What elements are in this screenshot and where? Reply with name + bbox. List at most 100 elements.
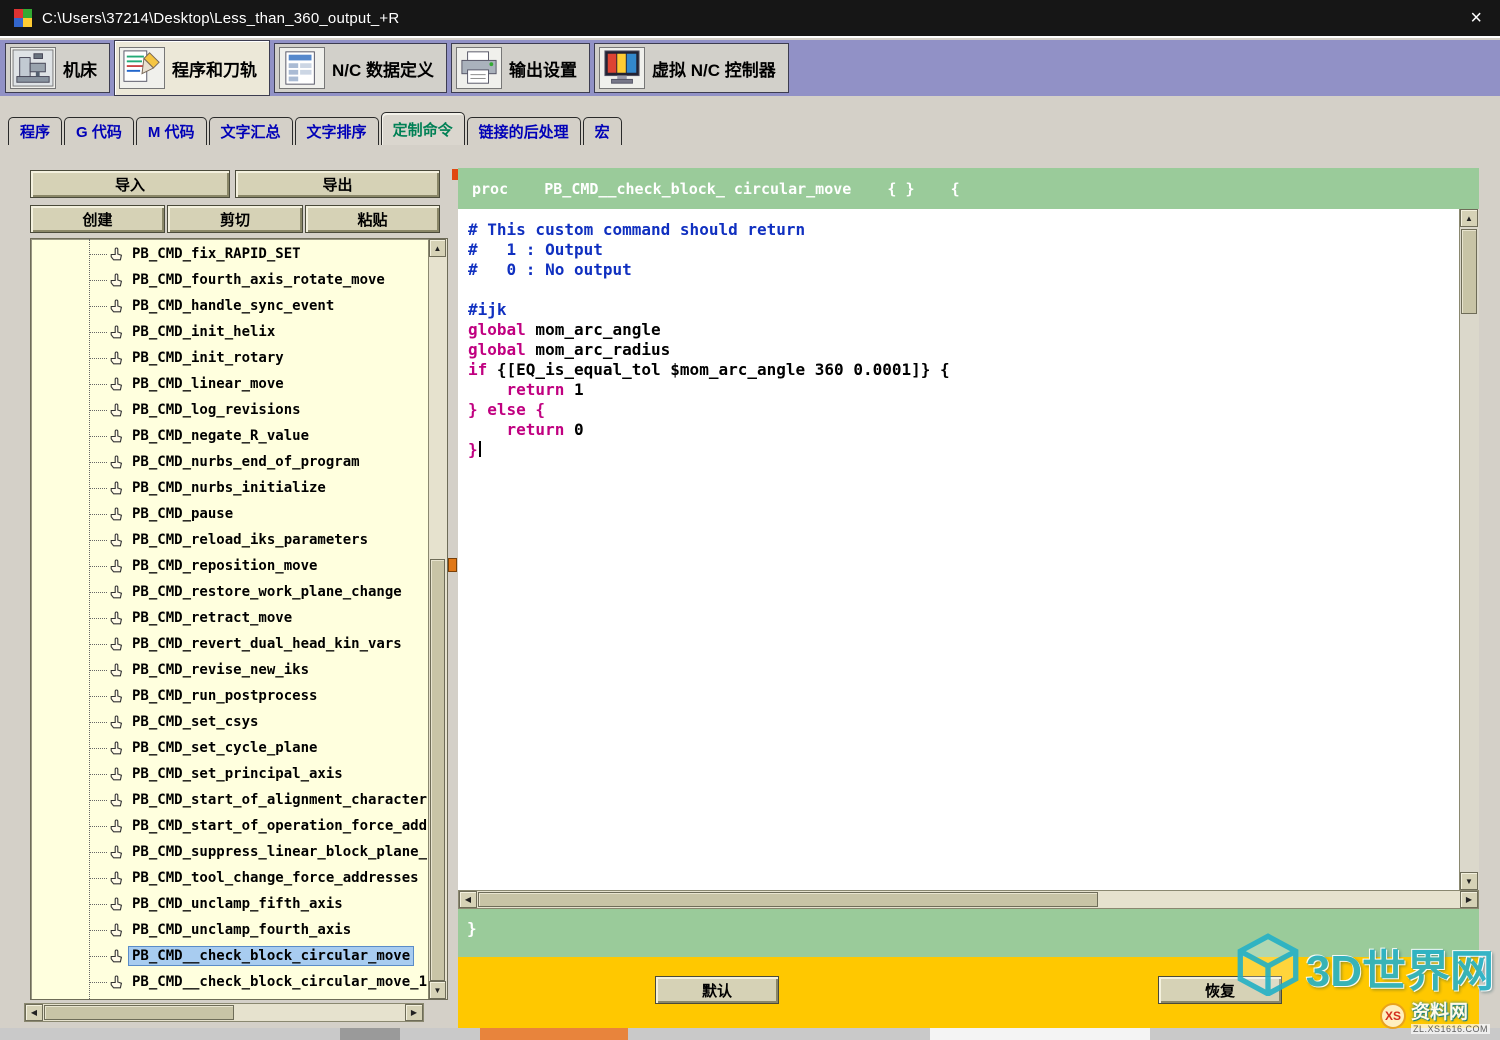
tree-item[interactable]: PB_CMD_reposition_move (31, 553, 428, 579)
command-hand-icon (108, 376, 124, 392)
close-button[interactable]: × (1466, 8, 1486, 28)
export-button[interactable]: 导出 (235, 170, 440, 198)
scroll-down-icon[interactable]: ▼ (1460, 872, 1478, 890)
tree-item[interactable]: PB_CMD_revise_new_iks (31, 657, 428, 683)
tree-hscrollbar-thumb[interactable] (44, 1005, 234, 1020)
tab-linked-post[interactable]: 链接的后处理 (467, 117, 581, 145)
tree-item[interactable]: PB_CMD_start_of_alignment_character (31, 787, 428, 813)
tree-branch-line (89, 826, 107, 827)
tab-g-code[interactable]: G 代码 (64, 117, 134, 145)
tree-branch-line (89, 384, 107, 385)
tree-item[interactable]: PB_CMD_nurbs_end_of_program (31, 449, 428, 475)
tree-item-label: PB_CMD_fourth_axis_rotate_move (129, 271, 388, 289)
tab-label: G 代码 (76, 121, 122, 142)
tab-label: 宏 (595, 121, 610, 142)
tree-item[interactable]: PB_CMD_linear_move (31, 371, 428, 397)
tree-item[interactable]: PB_CMD_revert_dual_head_kin_vars (31, 631, 428, 657)
scroll-up-icon[interactable]: ▲ (1460, 209, 1478, 227)
scroll-right-icon[interactable]: ▶ (405, 1004, 423, 1021)
scroll-right-icon[interactable]: ▶ (1460, 891, 1478, 908)
tree-item[interactable]: PB_CMD_unclamp_fifth_axis (31, 891, 428, 917)
tree-item[interactable]: PB_CMD_suppress_linear_block_plane_c (31, 839, 428, 865)
tree-branch-line (89, 514, 107, 515)
tree-branch-line (89, 592, 107, 593)
default-button[interactable]: 默认 (655, 976, 779, 1004)
command-hand-icon (108, 610, 124, 626)
tree-item-label: PB_CMD_start_of_alignment_character (129, 791, 428, 809)
toolbar-tab-virtual-nc-controller[interactable]: 虚拟 N/C 控制器 (594, 43, 789, 93)
tree-item[interactable]: PB_CMD_set_csys (31, 709, 428, 735)
command-hand-icon (108, 558, 124, 574)
tree-item[interactable]: PB_CMD_negate_R_value (31, 423, 428, 449)
tree-item[interactable]: PB_CMD_restore_work_plane_change (31, 579, 428, 605)
scroll-left-icon[interactable]: ◀ (459, 891, 477, 908)
tab-macro[interactable]: 宏 (583, 117, 622, 145)
tree-item[interactable]: PB_CMD_init_helix (31, 319, 428, 345)
code-hscrollbar-thumb[interactable] (478, 892, 1098, 907)
toolbar-tab-output-settings[interactable]: 输出设置 (451, 43, 590, 93)
tree-item[interactable]: PB_CMD_pause (31, 501, 428, 527)
tree-item[interactable]: PB_CMD_handle_sync_event (31, 293, 428, 319)
tree-item[interactable]: PB_CMD__check_block_circular_move_1 (31, 969, 428, 995)
scroll-down-icon[interactable]: ▼ (429, 981, 446, 999)
tree-item-label: PB_CMD_suppress_linear_block_plane_c (129, 843, 428, 861)
toolbar-tab-nc-data-definition[interactable]: N/C 数据定义 (274, 43, 447, 93)
code-editor[interactable]: # This custom command should return# 1 :… (458, 209, 1459, 890)
tree-branch-line (89, 878, 107, 879)
tree-horizontal-scrollbar[interactable]: ◀ ▶ (24, 1003, 424, 1022)
taskbar-item-active[interactable] (480, 1028, 628, 1040)
tree-item[interactable]: PB_CMD_reload_iks_parameters (31, 527, 428, 553)
tree-item-label: PB_CMD_nurbs_initialize (129, 479, 329, 497)
tab-m-code[interactable]: M 代码 (136, 117, 207, 145)
tree-branch-line (89, 254, 107, 255)
tree-item[interactable]: PB_CMD_start_of_operation_force_addr (31, 813, 428, 839)
tree-item[interactable]: PB_CMD_nurbs_initialize (31, 475, 428, 501)
restore-button[interactable]: 恢复 (1158, 976, 1282, 1004)
tree-scrollbar-thumb[interactable] (430, 559, 445, 981)
toolbar-tab-machine[interactable]: 机床 (5, 43, 110, 93)
tree-item[interactable]: PB_CMD_set_cycle_plane (31, 735, 428, 761)
tree-vertical-scrollbar[interactable]: ▲ ▼ (428, 239, 447, 999)
tree-item-label: PB_CMD_init_helix (129, 323, 278, 341)
create-button[interactable]: 创建 (30, 205, 165, 233)
code-line: if {[EQ_is_equal_tol $mom_arc_angle 360 … (468, 360, 1459, 380)
tree-item[interactable]: PB_CMD_fix_RAPID_SET (31, 241, 428, 267)
code-line: # This custom command should return (468, 220, 1459, 240)
tree-item[interactable]: PB_CMD_log_revisions (31, 397, 428, 423)
tab-word-summary[interactable]: 文字汇总 (209, 117, 293, 145)
command-hand-icon (108, 402, 124, 418)
taskbar-item[interactable] (930, 1028, 1150, 1040)
code-line: return 1 (468, 380, 1459, 400)
tree-item-label: PB_CMD_revert_dual_head_kin_vars (129, 635, 405, 653)
tree-item[interactable]: PB_CMD_run_postprocess (31, 683, 428, 709)
tree-item-label: PB_CMD_restore_work_plane_change (129, 583, 405, 601)
splitter-handle[interactable] (448, 558, 457, 572)
code-horizontal-scrollbar[interactable]: ◀ ▶ (458, 890, 1479, 909)
tab-program[interactable]: 程序 (8, 117, 62, 145)
tree-item[interactable]: PB_CMD_set_principal_axis (31, 761, 428, 787)
cut-button[interactable]: 剪切 (167, 205, 303, 233)
code-line: # 0 : No output (468, 260, 1459, 280)
tab-word-sequencing[interactable]: 文字排序 (295, 117, 379, 145)
tree-item[interactable]: PB_CMD_retract_move (31, 605, 428, 631)
tree-item[interactable]: PB_CMD__check_block_circular_move (31, 943, 428, 969)
tree-item-label: PB_CMD_start_of_operation_force_addr (129, 817, 428, 835)
taskbar-item[interactable] (340, 1028, 400, 1040)
toolbar-tab-program-toolpath[interactable]: 程序和刀轨 (114, 40, 270, 96)
tree-item[interactable]: PB_CMD_unclamp_fourth_axis (31, 917, 428, 943)
code-vertical-scrollbar[interactable]: ▲ ▼ (1459, 209, 1479, 890)
tree-branch-line (89, 644, 107, 645)
import-button[interactable]: 导入 (30, 170, 230, 198)
tab-label: 文字排序 (307, 121, 367, 142)
taskbar[interactable] (0, 1028, 1500, 1040)
tree-branch-line (89, 696, 107, 697)
tree-item[interactable]: PB_CMD_tool_change_force_addresses (31, 865, 428, 891)
scroll-up-icon[interactable]: ▲ (429, 239, 446, 257)
scroll-left-icon[interactable]: ◀ (25, 1004, 43, 1021)
code-scrollbar-thumb[interactable] (1461, 229, 1477, 314)
paste-button[interactable]: 粘贴 (305, 205, 440, 233)
tree-item[interactable]: PB_CMD_init_rotary (31, 345, 428, 371)
tree-item[interactable]: PB_CMD_fourth_axis_rotate_move (31, 267, 428, 293)
tab-custom-command[interactable]: 定制命令 (381, 112, 465, 145)
code-footer-text: } (467, 919, 477, 938)
